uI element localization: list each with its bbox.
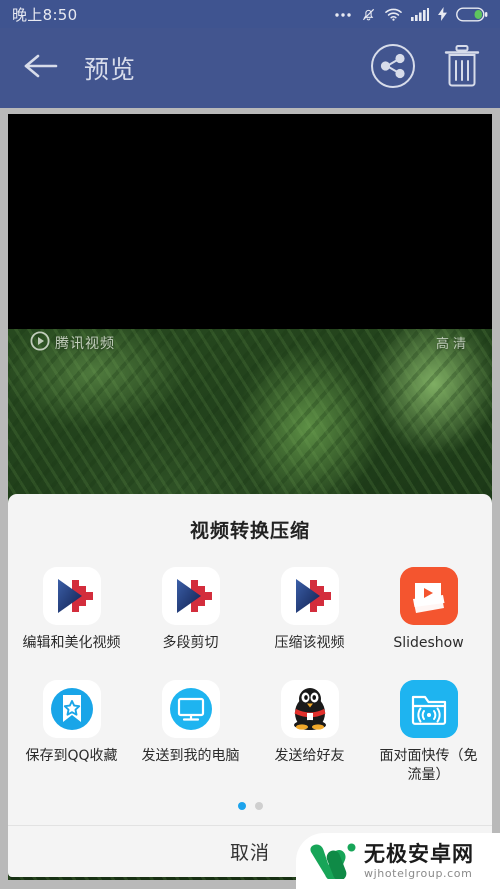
- qq-penguin-icon: [280, 680, 339, 739]
- w-logo-icon: [310, 839, 356, 883]
- video-editor-app-icon: [42, 566, 101, 625]
- share-item-label: 面对面快传（免流量）: [379, 748, 478, 783]
- watermark-text: 无极安卓网 wjhotelgroup.com: [364, 843, 474, 880]
- share-item-multi-clip[interactable]: 多段剪切: [131, 566, 250, 666]
- my-computer-icon: [161, 680, 220, 739]
- app-bar: 预览: [0, 28, 500, 108]
- play-circle-icon: [30, 331, 50, 355]
- slideshow-app-icon: [399, 566, 458, 625]
- status-bar-time: 晚上8:50: [12, 5, 78, 24]
- arrow-left-icon: [22, 51, 60, 85]
- delete-button[interactable]: [442, 43, 482, 93]
- share-item-save-to-qq-favorites[interactable]: 保存到QQ收藏: [12, 680, 131, 798]
- share-item-label: 发送到我的电脑: [141, 748, 240, 765]
- share-item-send-to-friend[interactable]: 发送给好友: [250, 680, 369, 798]
- watermark-url: wjhotelgroup.com: [364, 866, 473, 880]
- watermark-title: 无极安卓网: [364, 841, 474, 866]
- status-bar: 晚上8:50: [0, 0, 500, 28]
- share-item-compress-video[interactable]: 压缩该视频: [250, 566, 369, 666]
- share-item-label: 多段剪切: [162, 634, 219, 651]
- share-sheet-pagination[interactable]: [8, 798, 492, 826]
- share-item-face-to-face-transfer[interactable]: 面对面快传（免流量）: [369, 680, 488, 798]
- share-nodes-icon: [370, 44, 416, 93]
- wifi-icon: [385, 8, 402, 21]
- share-grid-row-1: 编辑和美化视频 多段剪切 压缩该视频 Slideshow: [8, 553, 492, 666]
- share-item-label: 保存到QQ收藏: [25, 748, 118, 765]
- content-area: 腾讯视频 高清 视频转换压缩 编辑和美化视频 多段剪切 压缩该视频 Slides…: [0, 108, 500, 889]
- face-to-face-transfer-icon: [399, 680, 458, 739]
- tencent-video-label: 腾讯视频: [55, 336, 115, 352]
- site-watermark: 无极安卓网 wjhotelgroup.com: [296, 833, 500, 889]
- charging-bolt-icon: [438, 7, 447, 21]
- share-item-label: 编辑和美化视频: [22, 634, 121, 651]
- share-item-label: 压缩该视频: [274, 634, 345, 651]
- app-bar-actions: [370, 43, 482, 93]
- video-quality-label: 高清: [435, 337, 470, 352]
- share-item-slideshow[interactable]: Slideshow: [369, 566, 488, 666]
- status-bar-icons: [334, 7, 488, 22]
- cancel-button-label: 取消: [229, 842, 270, 864]
- page-title: 预览: [84, 55, 137, 84]
- pagination-dot-2[interactable]: [254, 802, 263, 810]
- pagination-dot-1[interactable]: [237, 802, 246, 810]
- qq-favorites-icon: [42, 680, 101, 739]
- share-item-label: 发送给好友: [274, 748, 345, 765]
- share-button[interactable]: [370, 43, 416, 93]
- trash-icon: [442, 45, 482, 93]
- share-sheet: 视频转换压缩 编辑和美化视频 多段剪切 压缩该视频 Slideshow 保存到Q…: [8, 493, 492, 826]
- tencent-video-watermark: 腾讯视频: [30, 331, 115, 355]
- share-sheet-title: 视频转换压缩: [189, 519, 310, 542]
- share-grid-row-2: 保存到QQ收藏 发送到我的电脑 发送给好友 面对面快传（免流量）: [8, 666, 492, 798]
- back-button[interactable]: [18, 45, 64, 91]
- more-dots-icon: [334, 9, 352, 19]
- battery-icon: [456, 7, 488, 22]
- video-editor-app-icon: [161, 566, 220, 625]
- share-item-label: Slideshow: [393, 634, 464, 651]
- video-editor-app-icon: [280, 566, 339, 625]
- signal-bars-icon: [411, 7, 429, 21]
- share-item-edit-beautify-video[interactable]: 编辑和美化视频: [12, 566, 131, 666]
- share-item-send-to-my-computer[interactable]: 发送到我的电脑: [131, 680, 250, 798]
- alarm-off-icon: [361, 7, 376, 22]
- video-letterbox: [8, 114, 492, 329]
